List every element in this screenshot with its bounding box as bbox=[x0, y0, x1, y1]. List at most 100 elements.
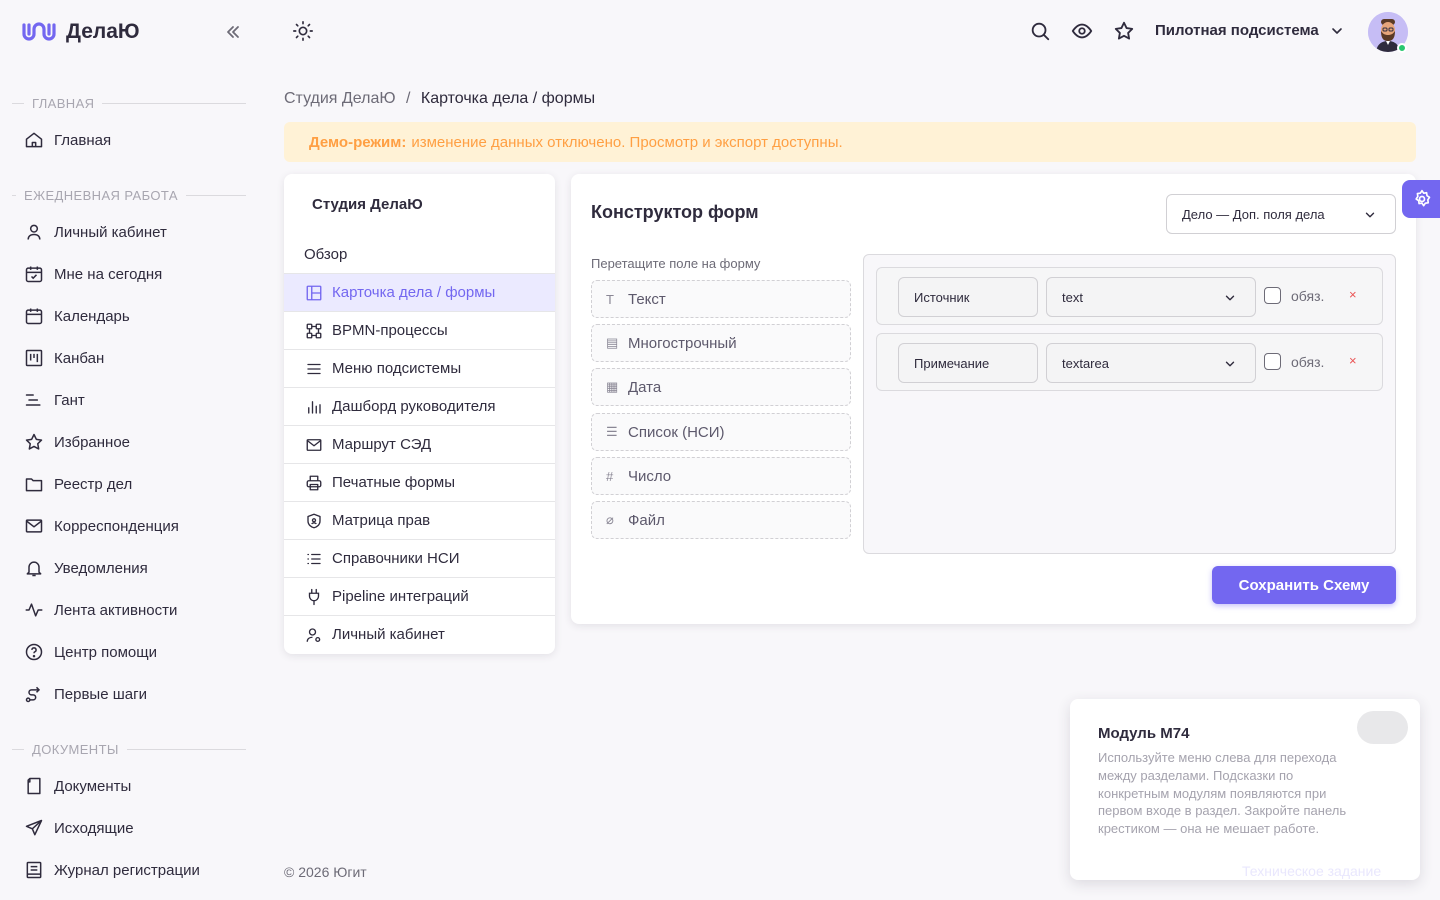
layout-icon bbox=[306, 285, 322, 300]
search-icon[interactable] bbox=[1029, 20, 1051, 42]
send-icon bbox=[25, 819, 43, 836]
field-type-select[interactable]: textarea bbox=[1046, 343, 1256, 383]
eye-icon[interactable] bbox=[1071, 20, 1093, 42]
file-field-icon: ⌀ bbox=[606, 512, 614, 527]
nav-favorites[interactable]: Избранное bbox=[12, 423, 248, 461]
nav-correspondence[interactable]: Корреспонденция bbox=[12, 507, 248, 545]
field-required-checkbox[interactable]: обяз. bbox=[1264, 287, 1324, 304]
text-field-icon: T bbox=[606, 291, 614, 307]
bar-chart-icon bbox=[308, 400, 321, 414]
studio-item-integration-pipeline[interactable]: Pipeline интеграций bbox=[284, 577, 555, 615]
studio-item-dashboard[interactable]: Дашборд руководителя bbox=[284, 387, 555, 425]
checkbox-box[interactable] bbox=[1264, 353, 1281, 370]
nav-notifications[interactable]: Уведомления bbox=[12, 549, 248, 587]
studio-item-bpmn[interactable]: BPMN-процессы bbox=[284, 311, 555, 349]
studio-nav-card: Студия ДелаЮ Обзор Карточка дела / формы… bbox=[284, 174, 555, 654]
subsystem-selector[interactable]: Пилотная подсистема bbox=[1155, 22, 1319, 39]
list-icon bbox=[307, 553, 321, 564]
app-logo[interactable]: ДелаЮ bbox=[22, 18, 140, 46]
menu-icon bbox=[307, 363, 321, 374]
chevron-down-icon[interactable] bbox=[1329, 23, 1345, 39]
theme-toggle-icon[interactable] bbox=[292, 20, 314, 42]
field-name-input[interactable]: Источник bbox=[898, 277, 1038, 317]
tip-title: Модуль M74 bbox=[1098, 725, 1190, 742]
nav-help-center[interactable]: Центр помощи bbox=[12, 633, 248, 671]
multiline-field-icon: ▤ bbox=[606, 335, 619, 350]
footer-copyright: © 2026 Югит bbox=[284, 864, 367, 880]
demo-mode-text: изменение данных отключено. Просмотр и э… bbox=[411, 133, 843, 151]
studio-item-personal-cabinet[interactable]: Личный кабинет bbox=[284, 615, 555, 653]
breadcrumb-current: Карточка дела / формы bbox=[420, 90, 596, 107]
customizer-toggle[interactable] bbox=[1402, 180, 1440, 218]
collapse-sidebar-icon[interactable] bbox=[222, 22, 242, 42]
field-name-input[interactable]: Примечание bbox=[898, 343, 1038, 383]
breadcrumb: Студия ДелаЮ / Карточка дела / формы bbox=[284, 90, 595, 108]
home-icon bbox=[25, 132, 43, 148]
date-field-icon: ▦ bbox=[606, 379, 619, 394]
nav-outgoing[interactable]: Исходящие bbox=[12, 809, 248, 847]
logo-icon bbox=[22, 22, 56, 41]
mail-route-icon bbox=[306, 438, 322, 451]
nav-kanban[interactable]: Канбан bbox=[12, 339, 248, 377]
nav-registration-journal[interactable]: Журнал регистрации bbox=[12, 851, 248, 889]
section-daily-work: ЕЖЕДНЕВНАЯ РАБОТА bbox=[12, 187, 246, 203]
studio-item-nsi-dictionaries[interactable]: Справочники НСИ bbox=[284, 539, 555, 577]
checkbox-box[interactable] bbox=[1264, 287, 1281, 304]
folder-icon bbox=[25, 478, 43, 492]
form-constructor-title: Конструктор форм bbox=[591, 202, 759, 222]
printer-icon bbox=[306, 475, 322, 490]
star-icon bbox=[25, 433, 43, 450]
tip-text: Используйте меню слева для перехода межд… bbox=[1098, 750, 1347, 837]
calendar-check-icon bbox=[25, 266, 43, 283]
app-name: ДелаЮ bbox=[66, 20, 140, 43]
nav-today[interactable]: Мне на сегодня bbox=[12, 255, 248, 293]
gear-icon bbox=[1415, 189, 1431, 207]
form-field-row: Источник text обяз. × bbox=[876, 267, 1383, 325]
user-icon bbox=[27, 224, 41, 240]
nav-home[interactable]: Главная bbox=[12, 121, 248, 159]
studio-item-case-card-forms[interactable]: Карточка дела / формы bbox=[284, 273, 555, 311]
studio-item-rights-matrix[interactable]: Матрица прав bbox=[284, 501, 555, 539]
studio-title: Студия ДелаЮ bbox=[312, 196, 423, 213]
help-icon bbox=[25, 643, 43, 661]
nav-documents[interactable]: Документы bbox=[12, 767, 248, 805]
number-field-icon: # bbox=[606, 468, 614, 484]
section-documents: ДОКУМЕНТЫ bbox=[12, 741, 246, 757]
gantt-icon bbox=[25, 394, 41, 406]
nav-calendar[interactable]: Календарь bbox=[12, 297, 248, 335]
studio-item-sed-route[interactable]: Маршрут СЭД bbox=[284, 425, 555, 463]
list-field-icon: ☰ bbox=[606, 424, 618, 439]
mail-icon bbox=[25, 519, 43, 533]
journal-icon bbox=[26, 861, 42, 879]
studio-overview-link[interactable]: Обзор bbox=[304, 246, 347, 263]
entity-select[interactable]: Дело — Доп. поля дела bbox=[1166, 194, 1396, 234]
delete-field-icon[interactable]: × bbox=[1349, 287, 1357, 302]
palette-item-text[interactable]: T Текст bbox=[591, 280, 851, 318]
palette-item-file[interactable]: ⌀ Файл bbox=[591, 501, 851, 539]
bpmn-icon bbox=[306, 323, 322, 338]
field-required-checkbox[interactable]: обяз. bbox=[1264, 353, 1324, 370]
palette-item-number[interactable]: # Число bbox=[591, 457, 851, 495]
form-canvas[interactable]: Источник text обяз. × Примечание textare… bbox=[863, 254, 1396, 554]
nav-gantt[interactable]: Гант bbox=[12, 381, 248, 419]
star-icon[interactable] bbox=[1113, 20, 1135, 42]
kanban-icon bbox=[25, 349, 43, 367]
palette-item-multiline[interactable]: ▤ Многострочный bbox=[591, 324, 851, 362]
nav-first-steps[interactable]: Первые шаги bbox=[12, 675, 248, 713]
nav-activity-feed[interactable]: Лента активности bbox=[12, 591, 248, 629]
chevron-down-icon bbox=[1365, 212, 1375, 218]
delete-field-icon[interactable]: × bbox=[1349, 353, 1357, 368]
field-type-select[interactable]: text bbox=[1046, 277, 1256, 317]
nav-case-registry[interactable]: Реестр дел bbox=[12, 465, 248, 503]
studio-item-print-forms[interactable]: Печатные формы bbox=[284, 463, 555, 501]
palette-item-date[interactable]: ▦ Дата bbox=[591, 368, 851, 406]
breadcrumb-root[interactable]: Студия ДелаЮ bbox=[284, 90, 396, 107]
palette-item-list[interactable]: ☰ Список (НСИ) bbox=[591, 413, 851, 451]
nav-profile[interactable]: Личный кабинет bbox=[12, 213, 248, 251]
document-icon bbox=[27, 777, 41, 795]
save-schema-button[interactable]: Сохранить Схему bbox=[1212, 566, 1396, 604]
tip-toggle-switch[interactable] bbox=[1357, 711, 1408, 744]
tip-spec-link[interactable]: Техническое задание bbox=[1242, 863, 1381, 879]
online-status-dot bbox=[1397, 43, 1407, 53]
studio-item-subsystem-menu[interactable]: Меню подсистемы bbox=[284, 349, 555, 387]
